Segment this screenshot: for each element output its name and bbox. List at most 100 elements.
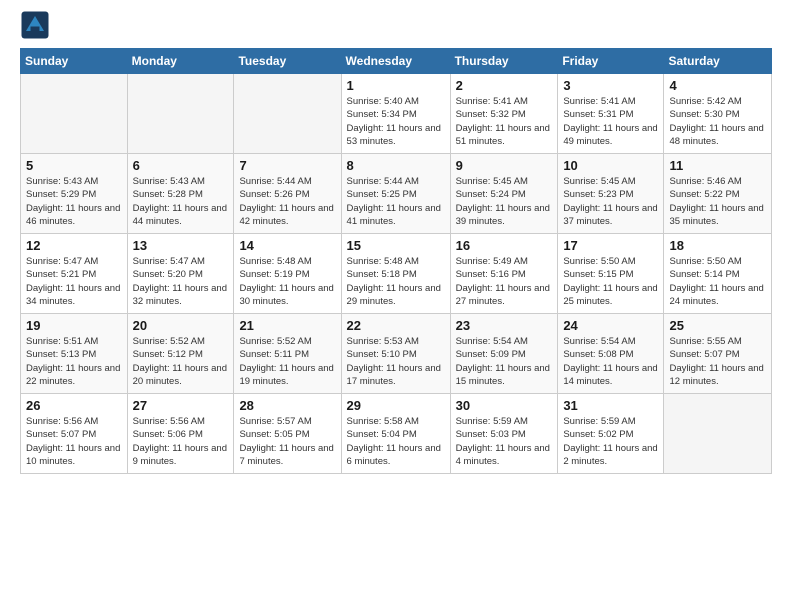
day-cell: 28 Sunrise: 5:57 AM Sunset: 5:05 PM Dayli… [234, 394, 341, 474]
week-row-3: 12 Sunrise: 5:47 AM Sunset: 5:21 PM Dayli… [21, 234, 772, 314]
day-cell [127, 74, 234, 154]
logo-icon [20, 10, 50, 40]
logo [20, 10, 54, 40]
week-row-4: 19 Sunrise: 5:51 AM Sunset: 5:13 PM Dayli… [21, 314, 772, 394]
day-number: 17 [563, 238, 658, 253]
week-row-5: 26Sunrise: 5:56 AM Sunset: 5:07 PM Dayli… [21, 394, 772, 474]
day-number: 21 [239, 318, 335, 333]
day-cell: 20 Sunrise: 5:52 AM Sunset: 5:12 PM Dayli… [127, 314, 234, 394]
day-cell: 6 Sunrise: 5:43 AM Sunset: 5:28 PM Daylig… [127, 154, 234, 234]
weekday-header-sunday: Sunday [21, 49, 128, 74]
day-cell [234, 74, 341, 154]
day-info: Sunrise: 5:41 AM Sunset: 5:32 PM Dayligh… [456, 95, 553, 148]
day-cell: 2 Sunrise: 5:41 AM Sunset: 5:32 PM Daylig… [450, 74, 558, 154]
day-number: 11 [669, 158, 766, 173]
day-cell: 11 Sunrise: 5:46 AM Sunset: 5:22 PM Dayli… [664, 154, 772, 234]
day-info: Sunrise: 5:53 AM Sunset: 5:10 PM Dayligh… [347, 335, 445, 388]
day-number: 23 [456, 318, 553, 333]
day-cell: 26Sunrise: 5:56 AM Sunset: 5:07 PM Dayli… [21, 394, 128, 474]
day-info: Sunrise: 5:51 AM Sunset: 5:13 PM Dayligh… [26, 335, 122, 388]
day-info: Sunrise: 5:47 AM Sunset: 5:20 PM Dayligh… [133, 255, 229, 308]
calendar-table: SundayMondayTuesdayWednesdayThursdayFrid… [20, 48, 772, 474]
day-cell: 13 Sunrise: 5:47 AM Sunset: 5:20 PM Dayli… [127, 234, 234, 314]
day-info: Sunrise: 5:45 AM Sunset: 5:23 PM Dayligh… [563, 175, 658, 228]
day-number: 22 [347, 318, 445, 333]
day-number: 10 [563, 158, 658, 173]
day-info: Sunrise: 5:40 AM Sunset: 5:34 PM Dayligh… [347, 95, 445, 148]
day-number: 7 [239, 158, 335, 173]
day-cell: 24Sunrise: 5:54 AM Sunset: 5:08 PM Dayli… [558, 314, 664, 394]
day-number: 2 [456, 78, 553, 93]
day-info: Sunrise: 5:59 AM Sunset: 5:02 PM Dayligh… [563, 415, 658, 468]
day-info: Sunrise: 5:48 AM Sunset: 5:19 PM Dayligh… [239, 255, 335, 308]
day-info: Sunrise: 5:45 AM Sunset: 5:24 PM Dayligh… [456, 175, 553, 228]
day-cell: 29Sunrise: 5:58 AM Sunset: 5:04 PM Dayli… [341, 394, 450, 474]
day-cell: 10 Sunrise: 5:45 AM Sunset: 5:23 PM Dayli… [558, 154, 664, 234]
day-cell: 12 Sunrise: 5:47 AM Sunset: 5:21 PM Dayli… [21, 234, 128, 314]
day-info: Sunrise: 5:50 AM Sunset: 5:15 PM Dayligh… [563, 255, 658, 308]
day-info: Sunrise: 5:49 AM Sunset: 5:16 PM Dayligh… [456, 255, 553, 308]
day-number: 8 [347, 158, 445, 173]
day-number: 3 [563, 78, 658, 93]
day-cell: 15 Sunrise: 5:48 AM Sunset: 5:18 PM Dayli… [341, 234, 450, 314]
day-cell: 19 Sunrise: 5:51 AM Sunset: 5:13 PM Dayli… [21, 314, 128, 394]
weekday-header-monday: Monday [127, 49, 234, 74]
day-number: 26 [26, 398, 122, 413]
day-cell: 30Sunrise: 5:59 AM Sunset: 5:03 PM Dayli… [450, 394, 558, 474]
header [20, 10, 772, 40]
day-cell: 14 Sunrise: 5:48 AM Sunset: 5:19 PM Dayli… [234, 234, 341, 314]
day-number: 1 [347, 78, 445, 93]
day-cell: 25Sunrise: 5:55 AM Sunset: 5:07 PM Dayli… [664, 314, 772, 394]
day-number: 4 [669, 78, 766, 93]
week-row-2: 5 Sunrise: 5:43 AM Sunset: 5:29 PM Daylig… [21, 154, 772, 234]
day-cell: 7 Sunrise: 5:44 AM Sunset: 5:26 PM Daylig… [234, 154, 341, 234]
week-row-1: 1 Sunrise: 5:40 AM Sunset: 5:34 PM Daylig… [21, 74, 772, 154]
day-number: 12 [26, 238, 122, 253]
day-info: Sunrise: 5:42 AM Sunset: 5:30 PM Dayligh… [669, 95, 766, 148]
day-number: 18 [669, 238, 766, 253]
day-info: Sunrise: 5:55 AM Sunset: 5:07 PM Dayligh… [669, 335, 766, 388]
day-info: Sunrise: 5:50 AM Sunset: 5:14 PM Dayligh… [669, 255, 766, 308]
weekday-header-thursday: Thursday [450, 49, 558, 74]
day-cell: 17 Sunrise: 5:50 AM Sunset: 5:15 PM Dayli… [558, 234, 664, 314]
weekday-header-row: SundayMondayTuesdayWednesdayThursdayFrid… [21, 49, 772, 74]
day-cell: 31 Sunrise: 5:59 AM Sunset: 5:02 PM Dayli… [558, 394, 664, 474]
day-info: Sunrise: 5:52 AM Sunset: 5:11 PM Dayligh… [239, 335, 335, 388]
day-number: 20 [133, 318, 229, 333]
day-number: 31 [563, 398, 658, 413]
day-number: 27 [133, 398, 229, 413]
day-info: Sunrise: 5:44 AM Sunset: 5:25 PM Dayligh… [347, 175, 445, 228]
day-number: 6 [133, 158, 229, 173]
day-info: Sunrise: 5:56 AM Sunset: 5:06 PM Dayligh… [133, 415, 229, 468]
weekday-header-tuesday: Tuesday [234, 49, 341, 74]
day-cell: 16 Sunrise: 5:49 AM Sunset: 5:16 PM Dayli… [450, 234, 558, 314]
day-cell: 21 Sunrise: 5:52 AM Sunset: 5:11 PM Dayli… [234, 314, 341, 394]
day-number: 28 [239, 398, 335, 413]
day-number: 9 [456, 158, 553, 173]
day-info: Sunrise: 5:58 AM Sunset: 5:04 PM Dayligh… [347, 415, 445, 468]
day-number: 16 [456, 238, 553, 253]
day-cell: 27 Sunrise: 5:56 AM Sunset: 5:06 PM Dayli… [127, 394, 234, 474]
day-info: Sunrise: 5:54 AM Sunset: 5:08 PM Dayligh… [563, 335, 658, 388]
day-info: Sunrise: 5:44 AM Sunset: 5:26 PM Dayligh… [239, 175, 335, 228]
day-info: Sunrise: 5:46 AM Sunset: 5:22 PM Dayligh… [669, 175, 766, 228]
day-cell: 22 Sunrise: 5:53 AM Sunset: 5:10 PM Dayli… [341, 314, 450, 394]
day-info: Sunrise: 5:47 AM Sunset: 5:21 PM Dayligh… [26, 255, 122, 308]
day-info: Sunrise: 5:52 AM Sunset: 5:12 PM Dayligh… [133, 335, 229, 388]
day-cell: 8 Sunrise: 5:44 AM Sunset: 5:25 PM Daylig… [341, 154, 450, 234]
day-cell: 1 Sunrise: 5:40 AM Sunset: 5:34 PM Daylig… [341, 74, 450, 154]
day-info: Sunrise: 5:43 AM Sunset: 5:29 PM Dayligh… [26, 175, 122, 228]
day-cell: 4 Sunrise: 5:42 AM Sunset: 5:30 PM Daylig… [664, 74, 772, 154]
day-number: 5 [26, 158, 122, 173]
day-number: 13 [133, 238, 229, 253]
day-number: 14 [239, 238, 335, 253]
day-number: 15 [347, 238, 445, 253]
day-info: Sunrise: 5:48 AM Sunset: 5:18 PM Dayligh… [347, 255, 445, 308]
day-cell: 23 Sunrise: 5:54 AM Sunset: 5:09 PM Dayli… [450, 314, 558, 394]
day-number: 19 [26, 318, 122, 333]
day-info: Sunrise: 5:43 AM Sunset: 5:28 PM Dayligh… [133, 175, 229, 228]
day-info: Sunrise: 5:54 AM Sunset: 5:09 PM Dayligh… [456, 335, 553, 388]
day-cell [664, 394, 772, 474]
day-info: Sunrise: 5:57 AM Sunset: 5:05 PM Dayligh… [239, 415, 335, 468]
day-info: Sunrise: 5:59 AM Sunset: 5:03 PM Dayligh… [456, 415, 553, 468]
